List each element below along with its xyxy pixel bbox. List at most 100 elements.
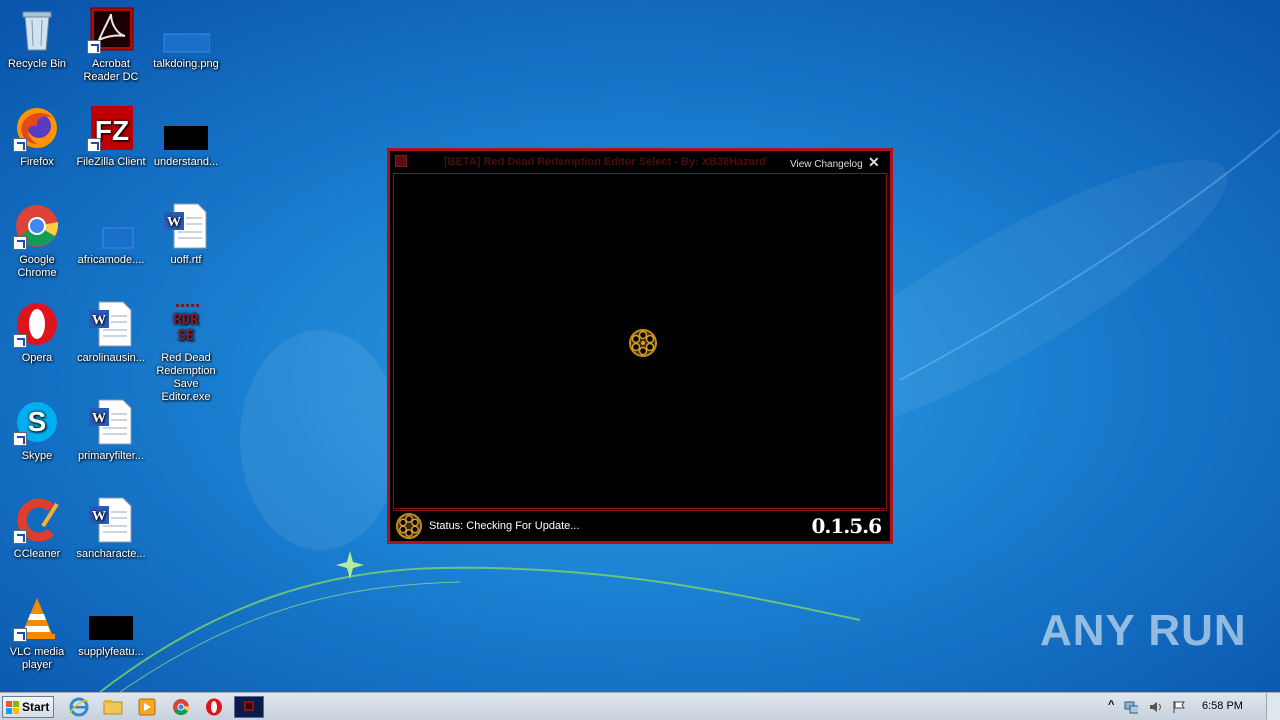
skype-icon: S [13, 398, 61, 446]
network-icon[interactable] [1124, 700, 1138, 714]
start-label: Start [22, 700, 50, 714]
opera-icon [13, 300, 61, 348]
desktop-icon-label: CCleaner [13, 548, 61, 560]
taskbar-chrome-button[interactable] [170, 697, 192, 717]
shortcut-arrow-icon [13, 628, 27, 642]
taskbar-explorer-button[interactable] [102, 697, 124, 717]
desktop-icon-label: talkdoing.png [153, 58, 219, 70]
app-icon [395, 155, 407, 167]
system-tray: ^ 6:58 PM [1102, 693, 1280, 720]
taskbar-media-player-button[interactable] [136, 697, 158, 717]
tray-expand-icon[interactable]: ^ [1108, 699, 1114, 711]
internet-explorer-icon [69, 697, 89, 717]
firefox-icon [13, 104, 61, 152]
desktop-icon-label: Recycle Bin [7, 58, 67, 70]
black-thumbnail-icon [162, 104, 210, 152]
taskbar: Start ^ 6:58 PM [0, 692, 1280, 720]
desktop-icon-label: africamode.... [77, 254, 145, 266]
desktop-icon-carolinausin[interactable]: W carolinausin... [74, 300, 148, 365]
taskbar-rdr-editor-button[interactable] [234, 696, 264, 718]
desktop-icon-label: Acrobat Reader DC [83, 58, 139, 83]
svg-text:RDR: RDR [173, 312, 199, 328]
editor-window[interactable]: [BETA] Red Dead Redemption Editor Select… [387, 148, 893, 544]
shortcut-arrow-icon [13, 432, 27, 446]
desktop-icon-label: carolinausin... [77, 352, 145, 364]
desktop-icon-firefox[interactable]: Firefox [0, 104, 74, 169]
desktop-icon-label: uoff.rtf [170, 254, 202, 266]
view-changelog-link[interactable]: View Changelog [790, 159, 863, 170]
desktop-icon-filezilla[interactable]: FZ FileZilla Client [74, 104, 148, 169]
desktop-icon-talkdoing[interactable]: talkdoing.png [149, 6, 223, 71]
desktop-icon-label: supplyfeatu... [78, 646, 144, 658]
version-label: 0.1.5.6 [811, 514, 882, 538]
desktop-icon-primaryfilter[interactable]: W primaryfilter... [74, 398, 148, 463]
desktop-icon-understand[interactable]: understand... [149, 104, 223, 169]
desktop-icon-skype[interactable]: S Skype [0, 398, 74, 463]
svg-text:W: W [92, 411, 106, 426]
desktop-icon-uoff-rtf[interactable]: W uoff.rtf [149, 202, 223, 267]
window-title: [BETA] Red Dead Redemption Editor Select… [444, 156, 766, 168]
desktop: Recycle Bin Firefox Google Chrome Opera … [0, 0, 1280, 692]
volume-icon[interactable] [1148, 700, 1162, 714]
word-document-icon: W [162, 202, 210, 250]
taskbar-opera-button[interactable] [203, 697, 225, 717]
editor-statusbar: Status: Checking For Update... 0.1.5.6 [393, 510, 887, 540]
ccleaner-icon [13, 496, 61, 544]
desktop-icon-label: Skype [21, 450, 53, 462]
desktop-icon-label: FileZilla Client [76, 156, 146, 168]
recycle-bin-icon [13, 6, 61, 54]
shortcut-arrow-icon [13, 334, 27, 348]
shortcut-arrow-icon [13, 530, 27, 544]
desktop-icon-label: VLC media player [9, 646, 65, 671]
shortcut-arrow-icon [87, 40, 101, 54]
word-document-icon: W [87, 496, 135, 544]
desktop-icon-supplyfeatu[interactable]: supplyfeatu... [74, 594, 148, 659]
desktop-icon-label: Opera [21, 352, 53, 364]
desktop-icon-recycle-bin[interactable]: Recycle Bin [0, 6, 74, 71]
watermark: ANY RUN [1040, 606, 1247, 655]
svg-text:W: W [167, 215, 181, 230]
show-desktop-button[interactable] [1266, 693, 1280, 720]
shortcut-arrow-icon [87, 138, 101, 152]
action-center-flag-icon[interactable] [1172, 700, 1186, 714]
blank-file-icon [87, 202, 135, 250]
chrome-icon [13, 202, 61, 250]
desktop-icon-label: understand... [153, 156, 219, 168]
word-document-icon: W [87, 398, 135, 446]
black-thumbnail-icon [87, 594, 135, 642]
desktop-icon-label: Red Dead Redemption Save Editor.exe [156, 352, 216, 403]
windows-flag-icon [6, 701, 19, 714]
shortcut-arrow-icon [13, 138, 27, 152]
folder-icon [103, 700, 123, 715]
desktop-icon-opera[interactable]: Opera [0, 300, 74, 365]
desktop-icon-vlc[interactable]: VLC media player [0, 594, 74, 672]
svg-text:W: W [92, 509, 106, 524]
filezilla-icon: FZ [87, 104, 135, 152]
svg-text:SE: SE [178, 328, 195, 344]
desktop-icon-ccleaner[interactable]: CCleaner [0, 496, 74, 561]
start-button[interactable]: Start [2, 696, 54, 718]
taskbar-ie-button[interactable] [68, 697, 90, 717]
svg-text:W: W [92, 313, 106, 328]
desktop-icon-sancharacte[interactable]: W sancharacte... [74, 496, 148, 561]
editor-titlebar[interactable]: [BETA] Red Dead Redemption Editor Select… [390, 151, 890, 173]
status-text: Status: Checking For Update... [429, 520, 580, 532]
status-cylinder-icon [396, 513, 422, 539]
media-player-icon [138, 698, 156, 716]
editor-content-area [393, 173, 887, 509]
desktop-icon-label: Firefox [20, 156, 54, 168]
shortcut-arrow-icon [13, 236, 27, 250]
clock[interactable]: 6:58 PM [1202, 700, 1243, 712]
desktop-icon-google-chrome[interactable]: Google Chrome [0, 202, 74, 280]
desktop-icon-label: Google Chrome [17, 254, 57, 279]
rdr-se-logo-icon: RDR SE [162, 300, 210, 348]
image-file-icon [162, 6, 211, 54]
desktop-icon-rdr-save-editor[interactable]: RDR SE Red Dead Redemption Save Editor.e… [149, 300, 223, 404]
desktop-icon-label: primaryfilter... [77, 450, 144, 462]
desktop-icon-africamode[interactable]: africamode.... [74, 202, 148, 267]
loading-cylinder-icon [629, 329, 657, 357]
close-icon[interactable]: ✕ [868, 154, 880, 171]
word-document-icon: W [87, 300, 135, 348]
rdr-app-icon [244, 701, 254, 711]
desktop-icon-acrobat-reader[interactable]: Acrobat Reader DC [74, 6, 148, 84]
